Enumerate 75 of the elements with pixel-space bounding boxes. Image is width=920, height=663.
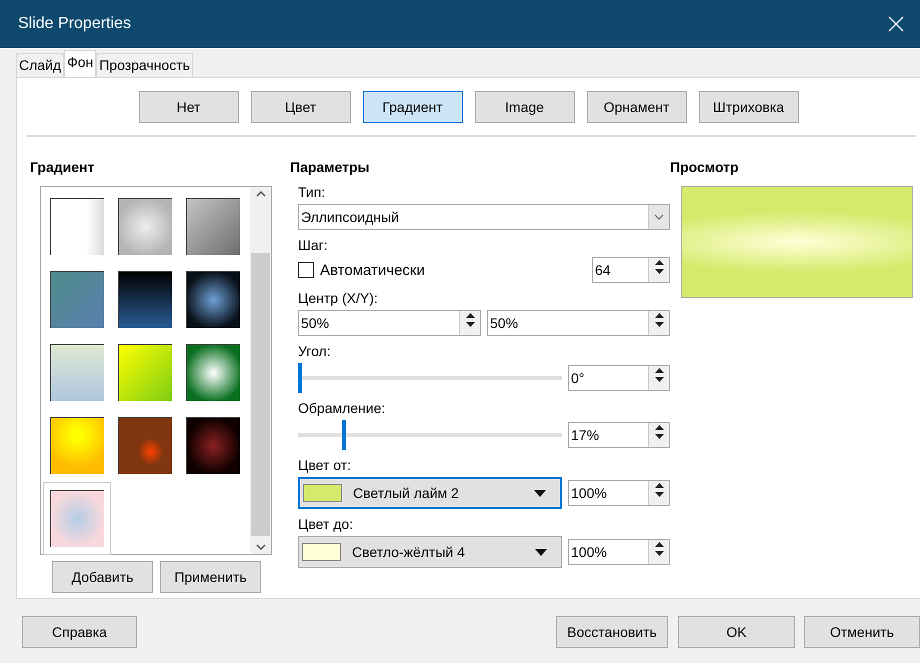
fill-type-button[interactable]: Штриховка: [698, 91, 798, 123]
tab[interactable]: Слайд: [16, 53, 64, 77]
gradient-swatch: [186, 271, 240, 328]
gradient-swatch: [118, 417, 172, 474]
gradient-swatch: [50, 417, 104, 474]
fill-type-button[interactable]: Нет: [138, 91, 238, 123]
gradient-swatch: [50, 344, 104, 401]
number-field[interactable]: 50%: [487, 310, 670, 336]
gradient-swatch: [118, 271, 172, 328]
spin-down-icon: [654, 434, 664, 439]
fill-type-button[interactable]: Цвет: [250, 91, 350, 123]
close-icon: [888, 16, 904, 32]
gradient-swatch: [186, 198, 240, 255]
gradient-swatch: [50, 490, 104, 547]
caret-down-icon: [534, 490, 546, 496]
caret-down-icon: [535, 548, 547, 556]
tab[interactable]: Прозрачность: [96, 53, 193, 77]
tab[interactable]: Фон: [64, 50, 96, 77]
spin-up-icon: [654, 313, 664, 318]
color-dropdown[interactable]: Светлый лайм 2: [298, 477, 562, 509]
spin-up-icon: [654, 368, 664, 373]
window-title: Slide Properties: [18, 15, 131, 33]
spin-down-icon: [654, 492, 664, 497]
slider-thumb[interactable]: [298, 363, 302, 393]
scrollbar[interactable]: [250, 187, 271, 554]
fill-type-button[interactable]: Орнамент: [586, 91, 686, 123]
field-label: Центр (X/Y):: [298, 290, 379, 308]
gradient-swatch: [118, 344, 172, 401]
dialog-button[interactable]: OK: [678, 616, 795, 648]
selected-gradient-item[interactable]: [43, 482, 111, 555]
number-field[interactable]: 0°: [568, 365, 670, 391]
spin-up-icon: [654, 425, 664, 430]
dialog-button[interactable]: Отменить: [804, 616, 920, 648]
spin-up-icon: [654, 542, 664, 547]
scroll-down-icon: [256, 544, 266, 550]
fill-type-button[interactable]: Image: [474, 91, 574, 123]
spin-down-icon: [654, 269, 664, 274]
spin-up-icon: [654, 260, 664, 265]
section-heading: Параметры: [290, 159, 371, 177]
number-field[interactable]: 100%: [568, 539, 670, 565]
field-label: Цвет от:: [298, 457, 352, 475]
field-label: Шаг:: [298, 237, 329, 255]
spin-down-icon: [654, 551, 664, 556]
type-dropdown[interactable]: Эллипсоидный: [298, 204, 670, 230]
gradient-swatch: [50, 198, 104, 255]
spin-down-icon: [466, 322, 474, 327]
checkbox[interactable]: [298, 262, 314, 278]
dialog-button[interactable]: Восстановить: [556, 616, 668, 648]
field-label: Цвет до:: [298, 516, 354, 534]
spin-up-icon: [654, 483, 664, 488]
gradient-swatch: [186, 417, 240, 474]
dialog-button[interactable]: Справка: [22, 616, 137, 648]
gradient-swatch: [118, 198, 172, 255]
color-dropdown[interactable]: Светло-жёлтый 4: [298, 536, 562, 568]
checkbox-label[interactable]: Автоматически: [320, 262, 586, 278]
field-label: Обрамление:: [298, 400, 386, 418]
field-label: Угол:: [298, 343, 332, 361]
spin-up-icon: [466, 313, 474, 318]
action-button[interactable]: Добавить: [52, 561, 153, 593]
number-field[interactable]: 100%: [568, 480, 670, 506]
slider-thumb[interactable]: [342, 420, 346, 450]
spin-down-icon: [654, 377, 664, 382]
section-heading: Просмотр: [670, 159, 740, 177]
fill-type-button[interactable]: Градиент: [362, 91, 462, 123]
number-field[interactable]: 50%: [298, 310, 481, 336]
action-button[interactable]: Применить: [160, 561, 261, 593]
section-heading: Градиент: [30, 159, 96, 177]
gradient-swatch: [50, 271, 104, 328]
number-field[interactable]: 64: [592, 257, 670, 283]
field-label: Тип:: [298, 184, 326, 202]
chevron-down-icon: [654, 214, 664, 220]
number-field[interactable]: 17%: [568, 422, 670, 448]
gradient-swatch: [186, 344, 240, 401]
scroll-up-icon: [256, 191, 266, 197]
spin-down-icon: [654, 322, 664, 327]
